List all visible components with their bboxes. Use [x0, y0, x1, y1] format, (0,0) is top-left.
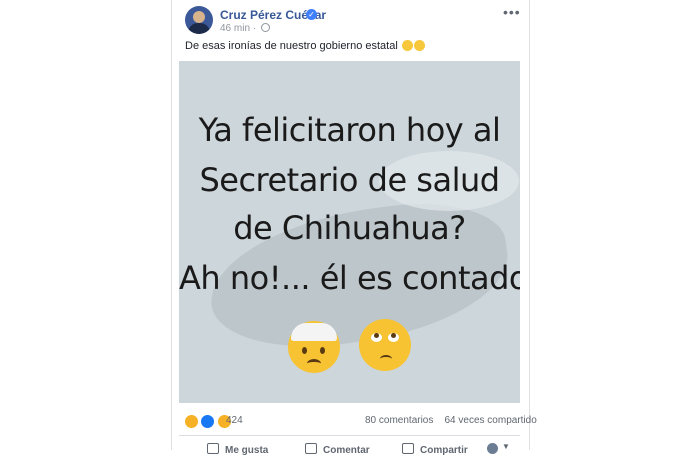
bandage-shape — [291, 323, 337, 341]
comment-action-icon — [305, 443, 317, 454]
eye-roll-emoji-icon — [359, 319, 411, 371]
reaction-icons[interactable] — [184, 413, 232, 431]
reaction-count[interactable]: 424 — [226, 415, 243, 426]
like-action-icon — [207, 443, 219, 454]
post-text-content: De esas ironías de nuestro gobierno esta… — [185, 40, 398, 52]
emoji-mouth — [307, 359, 321, 368]
comment-label: Comentar — [323, 445, 370, 456]
image-text-line-3: de Chihuahua? — [233, 209, 466, 247]
avatar-face-shape — [193, 11, 205, 23]
bandaged-face-emoji-icon — [288, 321, 340, 373]
share-action-icon — [402, 443, 414, 454]
avatar-body-shape — [188, 23, 210, 34]
post-image[interactable]: Ya felicitaron hoy al Secretario de salu… — [179, 61, 520, 403]
author-avatar[interactable] — [185, 6, 213, 34]
post-stats: 80 comentarios 64 veces compartido — [365, 415, 537, 426]
verified-badge-icon: ✓ — [306, 9, 317, 20]
eye-roll-emoji-icon — [413, 40, 425, 51]
emoji-eye-right — [320, 347, 325, 354]
image-text-line-2: Secretario de salud — [199, 161, 500, 199]
post-time[interactable]: 46 min — [220, 23, 250, 34]
emoji-eye-right — [388, 333, 399, 342]
meta-separator: · — [252, 23, 259, 34]
image-text-line-1: Ya felicitaron hoy al — [198, 111, 501, 149]
emoji-mouth — [380, 355, 392, 363]
post-meta: 46 min · — [220, 23, 270, 34]
emoji-eye-left — [302, 347, 307, 354]
shares-count[interactable]: 64 veces compartido — [445, 415, 537, 426]
image-text-line-4: Ah no!... él es contador — [179, 259, 520, 297]
like-reaction-icon — [200, 414, 216, 430]
divider — [179, 435, 520, 436]
grimace-emoji-icon — [401, 40, 413, 51]
stats-spacer — [436, 415, 442, 426]
emoji-eye-left — [371, 333, 382, 342]
comments-count[interactable]: 80 comentarios — [365, 415, 433, 426]
post-text: De esas ironías de nuestro gobierno esta… — [185, 40, 425, 52]
haha-reaction-icon — [184, 414, 199, 430]
like-label: Me gusta — [225, 445, 269, 456]
more-options-icon[interactable]: ••• — [503, 4, 521, 20]
reaction-as-avatar[interactable] — [487, 443, 498, 454]
globe-icon — [260, 23, 270, 32]
share-label: Compartir — [420, 445, 468, 456]
